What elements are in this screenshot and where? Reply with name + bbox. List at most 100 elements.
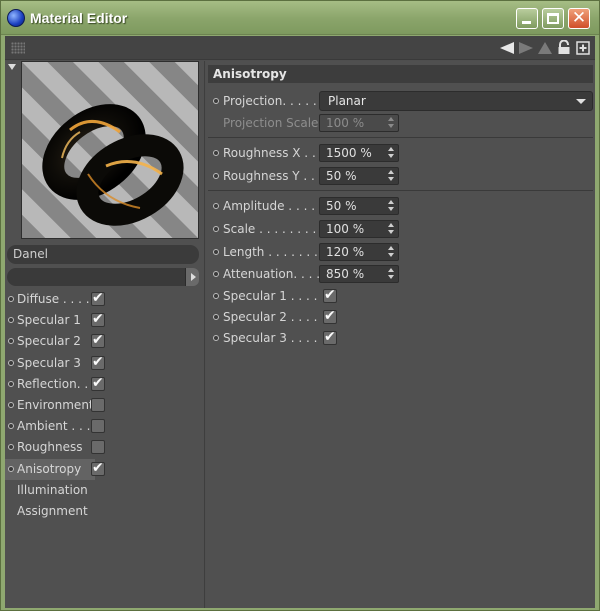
specular-1-row: Specular 1 . . . . xyxy=(206,286,595,306)
attenuation-field[interactable]: 850 % xyxy=(319,265,399,283)
forward-arrow-icon[interactable] xyxy=(517,39,534,56)
specular-2-label: Specular 2 . . . . xyxy=(223,310,318,324)
title-bar[interactable]: Material Editor ✕ xyxy=(1,1,599,35)
projection-dropdown[interactable]: Planar xyxy=(319,91,593,111)
window-title: Material Editor xyxy=(30,10,128,26)
length-label: Length . . . . . . . xyxy=(223,245,318,259)
channel-illumination[interactable]: Illumination xyxy=(5,480,204,501)
param-bullet-icon[interactable] xyxy=(213,150,219,156)
channel-specular-3-checkbox[interactable] xyxy=(91,354,105,370)
param-bullet-icon[interactable] xyxy=(213,335,219,341)
length-field[interactable]: 120 % xyxy=(319,243,399,261)
roughness-y-field[interactable]: 50 % xyxy=(319,167,399,185)
channel-label: Illumination xyxy=(17,482,88,497)
projection-scale-value: 100 % xyxy=(326,116,365,130)
back-arrow-icon[interactable] xyxy=(498,39,515,56)
channel-anisotropy[interactable]: Anisotropy xyxy=(5,458,105,480)
channel-assignment[interactable]: Assignment xyxy=(5,501,204,522)
channel-bullet-icon xyxy=(8,380,14,387)
channel-diffuse-checkbox[interactable] xyxy=(91,290,105,306)
channel-anisotropy-checkbox[interactable] xyxy=(91,460,105,476)
channel-specular-1[interactable]: Specular 1 xyxy=(5,310,204,331)
channel-specular-2-checkbox[interactable] xyxy=(91,332,105,349)
roughness-x-field[interactable]: 1500 % xyxy=(319,144,399,162)
specular-2-row: Specular 2 . . . . xyxy=(206,307,595,327)
specular-1-label: Specular 1 . . . . xyxy=(223,289,318,303)
projection-row: Projection. . . . . Planar xyxy=(206,91,595,111)
spinner-arrows-icon[interactable] xyxy=(388,268,396,280)
spinner-arrows-icon[interactable] xyxy=(388,223,396,235)
divider xyxy=(208,137,593,138)
projection-scale-field[interactable]: 100 % xyxy=(319,114,399,132)
specular-3-label: Specular 3 . . . . xyxy=(223,331,318,345)
param-bullet-icon[interactable] xyxy=(213,173,219,179)
channel-label: Ambient . . . xyxy=(17,419,91,434)
scale-row: Scale . . . . . . . . 100 % xyxy=(206,219,595,239)
close-button[interactable]: ✕ xyxy=(568,8,590,29)
param-bullet-icon[interactable] xyxy=(213,314,219,320)
left-panel: Danel Diffuse . . . . Specular 1 Specul xyxy=(5,61,205,608)
specular-2-checkbox[interactable] xyxy=(323,308,337,324)
channel-label: Specular 2 xyxy=(17,334,81,349)
param-bullet-icon[interactable] xyxy=(213,203,219,209)
channel-roughness-checkbox[interactable] xyxy=(91,440,105,455)
channel-label: Diffuse . . . . xyxy=(17,292,90,306)
channel-bullet-icon xyxy=(8,359,14,366)
channel-specular-2[interactable]: Specular 2 xyxy=(5,331,204,352)
specular-1-checkbox[interactable] xyxy=(323,287,337,303)
section-title: Anisotropy xyxy=(208,65,593,83)
material-name-field[interactable]: Danel xyxy=(7,245,199,264)
channel-bullet-icon xyxy=(8,444,14,451)
editor-client-area: Danel Diffuse . . . . Specular 1 Specul xyxy=(5,36,595,608)
collapse-triangle-icon[interactable] xyxy=(8,64,16,70)
amplitude-value: 50 % xyxy=(326,199,357,213)
toolbar xyxy=(5,36,595,60)
spinner-arrows-icon[interactable] xyxy=(388,246,396,258)
channel-reflection[interactable]: Reflection. . xyxy=(5,374,204,395)
projection-scale-row: Projection Scale 100 % xyxy=(206,113,595,133)
channel-specular-1-checkbox[interactable] xyxy=(91,311,105,328)
param-bullet-icon[interactable] xyxy=(213,271,219,277)
spinner-arrows-icon[interactable] xyxy=(388,117,396,129)
amplitude-row: Amplitude . . . . . 50 % xyxy=(206,196,595,216)
maximize-icon xyxy=(547,13,559,24)
channel-label: Roughness xyxy=(17,440,83,455)
divider xyxy=(208,190,593,191)
channel-roughness[interactable]: Roughness xyxy=(5,437,204,458)
length-value: 120 % xyxy=(326,245,365,259)
lock-icon[interactable] xyxy=(555,39,572,56)
minimize-icon xyxy=(522,21,531,24)
spinner-arrows-icon[interactable] xyxy=(388,147,396,159)
specular-3-checkbox[interactable] xyxy=(323,329,337,345)
channel-reflection-checkbox[interactable] xyxy=(91,375,105,391)
channel-ambient-checkbox[interactable] xyxy=(91,419,105,434)
amplitude-field[interactable]: 50 % xyxy=(319,197,399,215)
channel-ambient[interactable]: Ambient . . . xyxy=(5,416,204,437)
spinner-arrows-icon[interactable] xyxy=(388,200,396,212)
horizontal-scrollbar[interactable] xyxy=(7,268,199,286)
param-bullet-icon[interactable] xyxy=(213,98,219,104)
app-icon xyxy=(7,9,25,27)
channel-label: Specular 3 xyxy=(17,355,81,370)
channel-specular-3[interactable]: Specular 3 xyxy=(5,353,204,374)
channel-label: Specular 1 xyxy=(17,313,81,328)
channel-environment-checkbox[interactable] xyxy=(91,397,105,412)
projection-label: Projection. . . . . xyxy=(223,94,317,108)
toolbar-grip[interactable] xyxy=(11,42,25,54)
attributes-panel: Anisotropy Projection. . . . . Planar Pr… xyxy=(206,61,595,608)
channel-diffuse[interactable]: Diffuse . . . . xyxy=(5,289,204,310)
param-bullet-icon[interactable] xyxy=(213,226,219,232)
specular-3-row: Specular 3 . . . . xyxy=(206,328,595,348)
param-bullet-icon[interactable] xyxy=(213,249,219,255)
new-window-icon[interactable] xyxy=(574,39,591,56)
scale-field[interactable]: 100 % xyxy=(319,220,399,238)
material-preview[interactable] xyxy=(21,61,199,239)
channel-environment[interactable]: Environment xyxy=(5,395,204,416)
up-arrow-icon[interactable] xyxy=(536,39,553,56)
maximize-button[interactable] xyxy=(542,8,564,29)
spinner-arrows-icon[interactable] xyxy=(388,170,396,182)
scroll-right-arrow-icon[interactable] xyxy=(185,268,199,286)
param-bullet-icon[interactable] xyxy=(213,293,219,299)
minimize-button[interactable] xyxy=(516,8,538,29)
channel-label: Anisotropy xyxy=(17,461,82,476)
